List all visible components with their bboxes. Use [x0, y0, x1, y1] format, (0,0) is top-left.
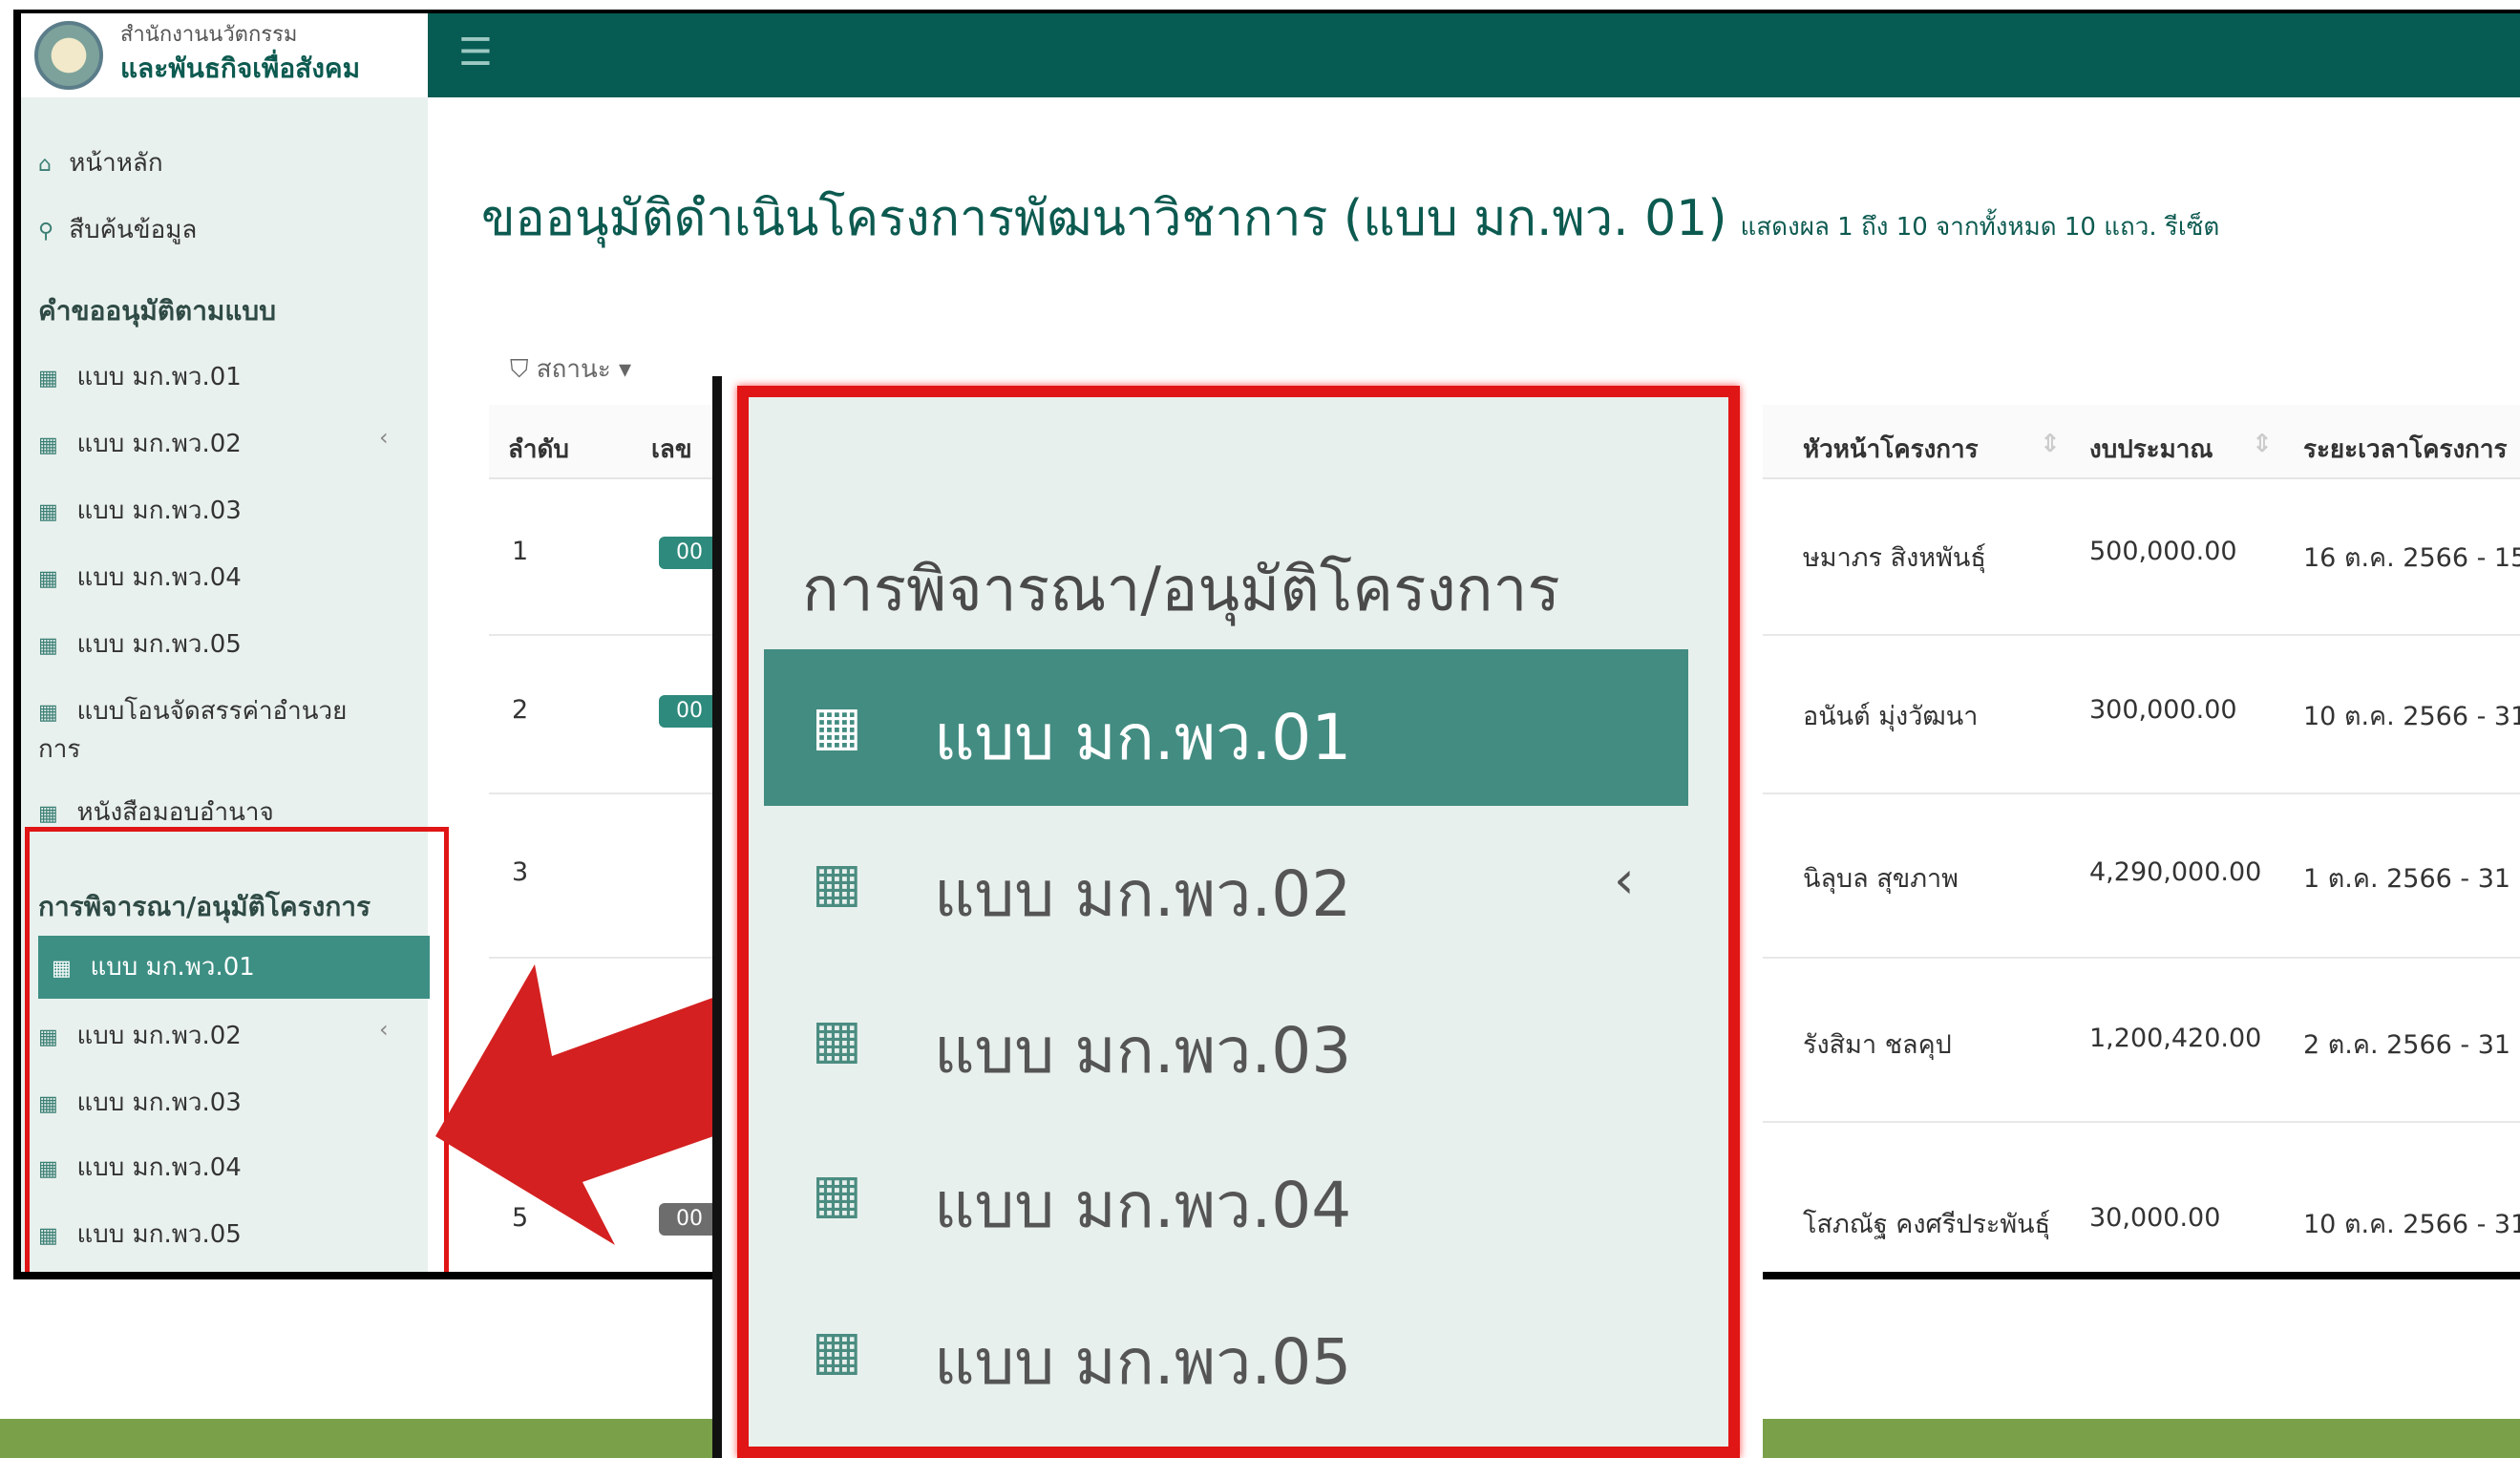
cell-no: 2: [512, 695, 529, 725]
table-icon: ▦: [38, 367, 58, 391]
sidebar-item-search[interactable]: ⚲ สืบค้นข้อมูล: [38, 210, 197, 249]
zoomed-menu-callout: การพิจารณา/อนุมัติโครงการ ▦ แบบ มก.พว.01…: [712, 376, 1763, 1458]
status-filter[interactable]: ⛉ สถานะ ▾: [510, 349, 631, 389]
cell-budget: 300,000.00: [2089, 695, 2237, 725]
cell-period: 2 ต.ค. 2566 - 31 ม.ค: [2303, 1030, 2520, 1060]
sidebar-item-form05[interactable]: ▦ แบบ มก.พว.05: [38, 624, 242, 664]
hamburger-icon[interactable]: ☰: [458, 31, 493, 74]
table-icon: ▦: [38, 634, 58, 658]
results-summary: แสดงผล 1 ถึง 10 จากทั้งหมด 10 แถว. รีเซ็…: [1740, 213, 2220, 242]
sidebar-item-form02[interactable]: ▦ แบบ มก.พว.02: [38, 424, 242, 463]
table-icon: ▦: [812, 852, 862, 914]
highlight-box-sidebar: [25, 827, 449, 1272]
status-badge: 00: [659, 695, 720, 728]
column-header-no[interactable]: ลำดับ: [508, 430, 569, 469]
caret-down-icon: ▾: [619, 355, 632, 384]
pointer-arrow-icon: [435, 964, 741, 1245]
table-icon: ▦: [812, 1163, 862, 1225]
table-icon: ▦: [38, 433, 58, 457]
cell-no: 3: [512, 857, 529, 887]
zoomed-item-form03[interactable]: ▦ แบบ มก.พว.03: [764, 962, 1688, 1119]
cell-budget: 500,000.00: [2089, 537, 2237, 566]
cell-head: อนันต์ มุ่งวัฒนา: [1803, 702, 1979, 731]
sidebar-item-delegation[interactable]: ▦ หนังสือมอบอำนาจ: [38, 792, 274, 832]
cell-period: 10 ต.ค. 2566 - 31 ม: [2303, 702, 2520, 731]
sidebar-item-transfer[interactable]: ▦ แบบโอนจัดสรรค่าอำนวย: [38, 691, 347, 730]
highlight-box-zoomed: การพิจารณา/อนุมัติโครงการ ▦ แบบ มก.พว.01…: [737, 386, 1740, 1458]
brand-title: และพันธกิจเพื่อสังคม: [120, 53, 361, 84]
cell-period: 1 ต.ค. 2566 - 31 มี.ค: [2303, 864, 2520, 894]
cell-head: นิลุบล สุขภาพ: [1803, 864, 1959, 894]
zoomed-item-form04[interactable]: ▦ แบบ มก.พว.04: [764, 1117, 1688, 1274]
brand-subtitle: สำนักงานนวัตกรรม: [120, 23, 298, 47]
cell-head: โสภณัฐ คงศรีประพันธุ์: [1803, 1210, 2051, 1239]
cell-budget: 4,290,000.00: [2089, 857, 2262, 887]
cell-head: รังสิมา ชลคุป: [1803, 1030, 1952, 1060]
zoomed-item-form05[interactable]: ▦ แบบ มก.พว.05: [764, 1274, 1688, 1430]
sort-icon[interactable]: ⇕: [2040, 430, 2061, 458]
column-header-period[interactable]: ระยะเวลาโครงการ: [2303, 430, 2507, 469]
zoomed-item-form01[interactable]: ▦ แบบ มก.พว.01: [764, 649, 1688, 806]
page-title: ขออนุมัติดำเนินโครงการพัฒนาวิชาการ (แบบ …: [481, 190, 2220, 247]
sidebar-item-home[interactable]: ⌂ หน้าหลัก: [38, 143, 163, 182]
zoomed-section-heading: การพิจารณา/อนุมัติโครงการ: [802, 555, 1560, 625]
search-icon: ⚲: [38, 220, 54, 243]
cell-no: 1: [512, 537, 529, 566]
zoomed-item-form02[interactable]: ▦ แบบ มก.พว.02 ‹: [764, 806, 1688, 962]
cell-head: ษมาภร สิงหพันธุ์: [1803, 543, 1986, 573]
sidebar-item-transfer-cont: การ: [38, 735, 81, 764]
university-logo: [34, 21, 103, 90]
sidebar-section-requests: คำขออนุมัติตามแบบ: [38, 295, 276, 327]
table-icon: ▦: [812, 695, 862, 757]
filter-icon: ⛉: [510, 355, 529, 384]
cell-period: 16 ต.ค. 2566 - 15 ต: [2303, 543, 2520, 573]
sidebar-item-form03[interactable]: ▦ แบบ มก.พว.03: [38, 491, 242, 530]
home-icon: ⌂: [38, 153, 52, 177]
table-icon: ▦: [38, 500, 58, 524]
column-header-budget[interactable]: งบประมาณ: [2089, 430, 2213, 469]
column-header-head[interactable]: หัวหน้าโครงการ: [1803, 430, 1979, 469]
status-badge: 00: [659, 537, 720, 569]
table-icon: ▦: [38, 701, 58, 725]
brand[interactable]: สำนักงานนวัตกรรม และพันธกิจเพื่อสังคม: [21, 13, 428, 97]
table-icon: ▦: [38, 802, 58, 826]
sort-icon[interactable]: ⇕: [2252, 430, 2273, 458]
sidebar-item-form01[interactable]: ▦ แบบ มก.พว.01: [38, 357, 242, 396]
column-header-number[interactable]: เลข: [651, 430, 692, 469]
table-icon: ▦: [812, 1008, 862, 1070]
cell-budget: 30,000.00: [2089, 1203, 2221, 1233]
chevron-left-icon[interactable]: ‹: [1614, 850, 1635, 910]
table-icon: ▦: [812, 1320, 862, 1382]
cell-period: 10 ต.ค. 2566 - 31 ธ.: [2303, 1210, 2520, 1239]
sidebar-item-form04[interactable]: ▦ แบบ มก.พว.04: [38, 558, 242, 597]
cell-budget: 1,200,420.00: [2089, 1024, 2262, 1053]
table-icon: ▦: [38, 567, 58, 591]
chevron-left-icon[interactable]: ‹: [379, 424, 389, 451]
